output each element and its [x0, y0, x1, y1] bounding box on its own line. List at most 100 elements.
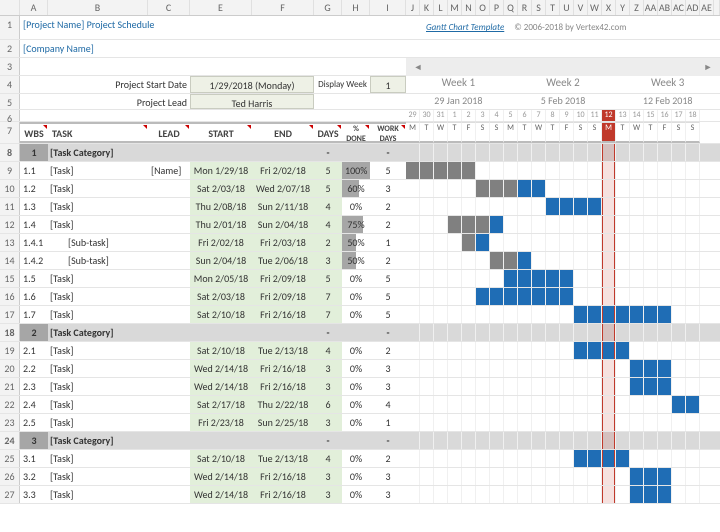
row-number[interactable]: 20	[0, 360, 20, 377]
pct-cell[interactable]: 0%	[342, 270, 370, 287]
end-cell[interactable]: Fri 2/16/18	[252, 486, 314, 503]
wbs-cell[interactable]: 1.2	[20, 180, 48, 197]
task-cell[interactable]: [Sub-task]	[48, 252, 148, 269]
row-number[interactable]: 17	[0, 306, 20, 323]
wbs-cell[interactable]: 1.3	[20, 198, 48, 215]
task-cell[interactable]: [Task]	[48, 198, 148, 215]
start-cell[interactable]: Fri 2/23/18	[190, 414, 252, 431]
table-row[interactable]: 253.1[Task]Sat 2/10/18Tue 2/13/1840%2	[0, 450, 720, 468]
pct-cell[interactable]: 0%	[342, 198, 370, 215]
pct-cell[interactable]: 0%	[342, 288, 370, 305]
pct-cell[interactable]	[342, 324, 370, 341]
row-number[interactable]: 23	[0, 414, 20, 431]
workdays-cell[interactable]: 4	[370, 396, 406, 413]
table-row[interactable]: 212.3[Task]Wed 2/14/18Fri 2/16/1830%3	[0, 378, 720, 396]
row-number[interactable]: 7	[0, 122, 20, 143]
row-number[interactable]: 25	[0, 450, 20, 467]
start-cell[interactable]: Thu 2/01/18	[190, 216, 252, 233]
wbs-cell[interactable]: 1.4.2	[20, 252, 48, 269]
lead-cell[interactable]	[148, 270, 190, 287]
days-cell[interactable]: 2	[314, 234, 342, 251]
start-cell[interactable]: Sat 2/03/18	[190, 180, 252, 197]
pct-cell[interactable]	[342, 144, 370, 161]
table-row[interactable]: 243[Task Category]--	[0, 432, 720, 450]
task-cell[interactable]: [Task]	[48, 162, 148, 179]
end-cell[interactable]	[252, 324, 314, 341]
lead-cell[interactable]	[148, 252, 190, 269]
wbs-cell[interactable]: 2.2	[20, 360, 48, 377]
lead-cell[interactable]	[148, 468, 190, 485]
workdays-cell[interactable]: 1	[370, 414, 406, 431]
days-cell[interactable]: 3	[314, 360, 342, 377]
end-cell[interactable]: Fri 2/16/18	[252, 306, 314, 323]
workdays-cell[interactable]: 5	[370, 270, 406, 287]
wbs-cell[interactable]: 3	[20, 432, 48, 449]
header-task[interactable]: TASK	[48, 122, 148, 143]
table-row[interactable]: 222.4[Task]Sat 2/17/18Thu 2/22/1860%4	[0, 396, 720, 414]
lead-cell[interactable]	[148, 396, 190, 413]
scroll-left-button[interactable]: ◄	[412, 61, 424, 73]
task-cell[interactable]: [Task]	[48, 342, 148, 359]
wbs-cell[interactable]: 3.3	[20, 486, 48, 503]
table-row[interactable]: 182[Task Category]--	[0, 324, 720, 342]
end-cell[interactable]: Fri 2/09/18	[252, 270, 314, 287]
task-cell[interactable]: [Task Category]	[48, 144, 148, 161]
end-cell[interactable]: Sun 2/11/18	[252, 198, 314, 215]
start-cell[interactable]: Fri 2/02/18	[190, 234, 252, 251]
days-cell[interactable]: 5	[314, 270, 342, 287]
lead-cell[interactable]	[148, 342, 190, 359]
task-cell[interactable]: [Task]	[48, 288, 148, 305]
end-cell[interactable]: Sun 2/25/18	[252, 414, 314, 431]
wbs-cell[interactable]: 3.1	[20, 450, 48, 467]
days-cell[interactable]: 3	[314, 486, 342, 503]
task-cell[interactable]: [Task]	[48, 360, 148, 377]
row-number[interactable]: 12	[0, 216, 20, 233]
task-cell[interactable]: [Task]	[48, 468, 148, 485]
pct-cell[interactable]: 0%	[342, 360, 370, 377]
lead-cell[interactable]	[148, 198, 190, 215]
wbs-cell[interactable]: 1	[20, 144, 48, 161]
header-lead[interactable]: LEAD	[148, 122, 190, 143]
end-cell[interactable]: Fri 2/16/18	[252, 378, 314, 395]
row-number[interactable]: 14	[0, 252, 20, 269]
lead-cell[interactable]: [Name]	[148, 162, 190, 179]
table-row[interactable]: 91.1[Task][Name]Mon 1/29/18Fri 2/02/1851…	[0, 162, 720, 180]
lead-cell[interactable]	[148, 144, 190, 161]
workdays-cell[interactable]: 2	[370, 252, 406, 269]
header-end[interactable]: END	[252, 122, 314, 143]
table-row[interactable]: 161.6[Task]Sat 2/03/18Fri 2/09/1870%5	[0, 288, 720, 306]
lead-cell[interactable]	[148, 486, 190, 503]
start-cell[interactable]: Sat 2/17/18	[190, 396, 252, 413]
start-cell[interactable]: Wed 2/14/18	[190, 486, 252, 503]
table-row[interactable]: 232.5[Task]Fri 2/23/18Sun 2/25/1830%1	[0, 414, 720, 432]
pct-cell[interactable]: 60%	[342, 180, 370, 197]
row-number[interactable]: 11	[0, 198, 20, 215]
lead-cell[interactable]	[148, 288, 190, 305]
pct-cell[interactable]: 0%	[342, 342, 370, 359]
table-row[interactable]: 273.3[Task]Wed 2/14/18Fri 2/16/1830%3	[0, 486, 720, 504]
start-cell[interactable]	[190, 324, 252, 341]
table-row[interactable]: 121.4[Task]Thu 2/01/18Sun 2/04/18475%2	[0, 216, 720, 234]
wbs-cell[interactable]: 1.6	[20, 288, 48, 305]
workdays-cell[interactable]: 2	[370, 450, 406, 467]
header-workdays[interactable]: WORK DAYS	[370, 122, 406, 143]
table-row[interactable]: 171.7[Task]Sat 2/10/18Fri 2/16/1870%5	[0, 306, 720, 324]
row-number[interactable]: 1	[0, 16, 20, 39]
pct-cell[interactable]: 0%	[342, 396, 370, 413]
row-number[interactable]: 18	[0, 324, 20, 341]
lead-cell[interactable]	[148, 450, 190, 467]
table-row[interactable]: 111.3[Task]Thu 2/08/18Sun 2/11/1840%2	[0, 198, 720, 216]
start-cell[interactable]: Sat 2/03/18	[190, 288, 252, 305]
workdays-cell[interactable]: 5	[370, 162, 406, 179]
end-cell[interactable]	[252, 432, 314, 449]
template-link[interactable]: Gantt Chart Template	[426, 22, 504, 33]
display-week-input[interactable]: 1	[370, 76, 406, 93]
end-cell[interactable]	[252, 144, 314, 161]
workdays-cell[interactable]: 3	[370, 486, 406, 503]
end-cell[interactable]: Thu 2/22/18	[252, 396, 314, 413]
end-cell[interactable]: Fri 2/03/18	[252, 234, 314, 251]
end-cell[interactable]: Wed 2/07/18	[252, 180, 314, 197]
row-number[interactable]: 3	[0, 58, 20, 75]
row-number[interactable]: 9	[0, 162, 20, 179]
lead-cell[interactable]	[148, 180, 190, 197]
